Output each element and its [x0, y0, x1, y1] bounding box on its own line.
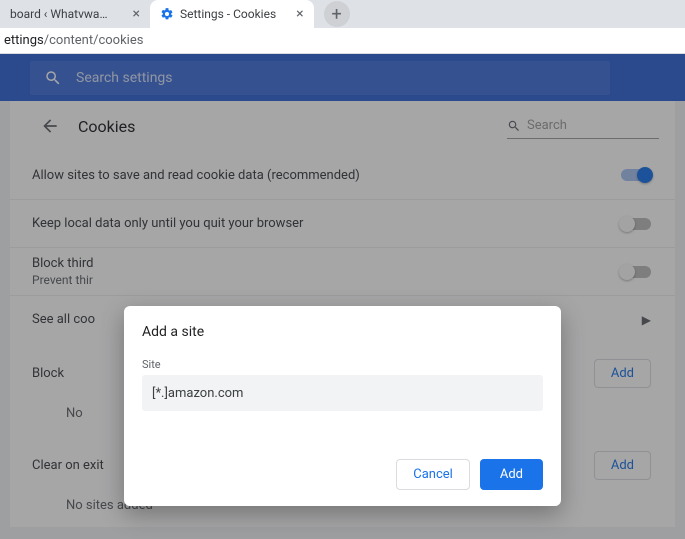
address-bar[interactable]: ettings/content/cookies — [0, 28, 685, 54]
close-icon[interactable]: × — [133, 6, 140, 22]
new-tab-button[interactable]: + — [324, 1, 350, 27]
settings-page: Search settings Cookies Search Allow sit… — [0, 54, 685, 539]
dialog-title: Add a site — [142, 324, 543, 340]
address-host: ettings — [4, 33, 44, 48]
address-path: /content/cookies — [44, 33, 144, 48]
dialog-field-label: Site — [142, 358, 543, 371]
add-site-dialog: Add a site Site Cancel Add — [124, 306, 561, 506]
modal-overlay[interactable]: Add a site Site Cancel Add — [0, 54, 685, 539]
tab-settings[interactable]: Settings - Cookies × — [150, 0, 314, 28]
add-button[interactable]: Add — [480, 459, 543, 490]
dialog-actions: Cancel Add — [142, 459, 543, 490]
gear-icon — [160, 7, 174, 21]
cancel-button[interactable]: Cancel — [396, 459, 470, 490]
close-icon[interactable]: × — [296, 6, 303, 22]
tab-strip: board ‹ Whatvwant — Wor… × Settings - Co… — [0, 0, 685, 28]
tab-title: Settings - Cookies — [180, 7, 276, 21]
tab-title: board ‹ Whatvwant — Wor… — [10, 7, 113, 21]
tab-whatvwant[interactable]: board ‹ Whatvwant — Wor… × — [0, 0, 150, 28]
site-input[interactable] — [142, 375, 543, 411]
